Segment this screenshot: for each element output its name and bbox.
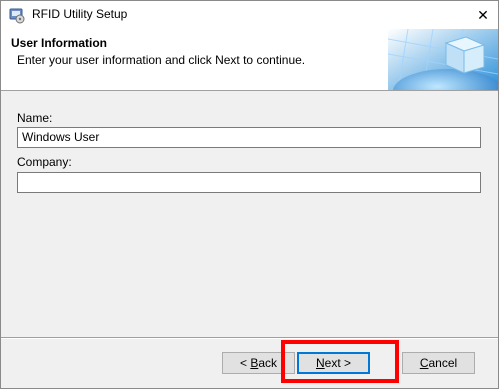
setup-installer-icon bbox=[8, 6, 26, 24]
back-button-prefix: < bbox=[239, 356, 251, 370]
name-label: Name: bbox=[17, 111, 53, 125]
setup-window: RFID Utility Setup ✕ User Information En… bbox=[0, 0, 499, 389]
back-button[interactable]: < Back bbox=[222, 352, 295, 374]
cancel-button[interactable]: Cancel bbox=[402, 352, 475, 374]
back-button-mnemonic: B bbox=[250, 356, 259, 370]
wizard-header: User Information Enter your user informa… bbox=[1, 28, 499, 113]
next-button-mnemonic: N bbox=[315, 356, 325, 370]
close-button[interactable]: ✕ bbox=[468, 1, 498, 29]
name-field[interactable]: Windows User bbox=[17, 127, 481, 148]
close-icon: ✕ bbox=[477, 6, 489, 23]
company-field[interactable] bbox=[17, 172, 481, 193]
page-subtitle: Enter your user information and click Ne… bbox=[17, 53, 306, 67]
title-bar[interactable]: RFID Utility Setup ✕ bbox=[1, 1, 498, 29]
next-button[interactable]: Next > bbox=[297, 352, 370, 374]
cancel-button-mnemonic: C bbox=[419, 356, 429, 370]
banner-image bbox=[387, 28, 499, 113]
next-button-label: ext > bbox=[324, 356, 352, 370]
company-label: Company: bbox=[17, 155, 72, 169]
back-button-label: ack bbox=[258, 356, 278, 370]
page-title: User Information bbox=[11, 36, 108, 50]
window-title: RFID Utility Setup bbox=[32, 7, 128, 21]
cancel-button-label: ancel bbox=[428, 356, 458, 370]
footer-divider bbox=[1, 337, 498, 339]
